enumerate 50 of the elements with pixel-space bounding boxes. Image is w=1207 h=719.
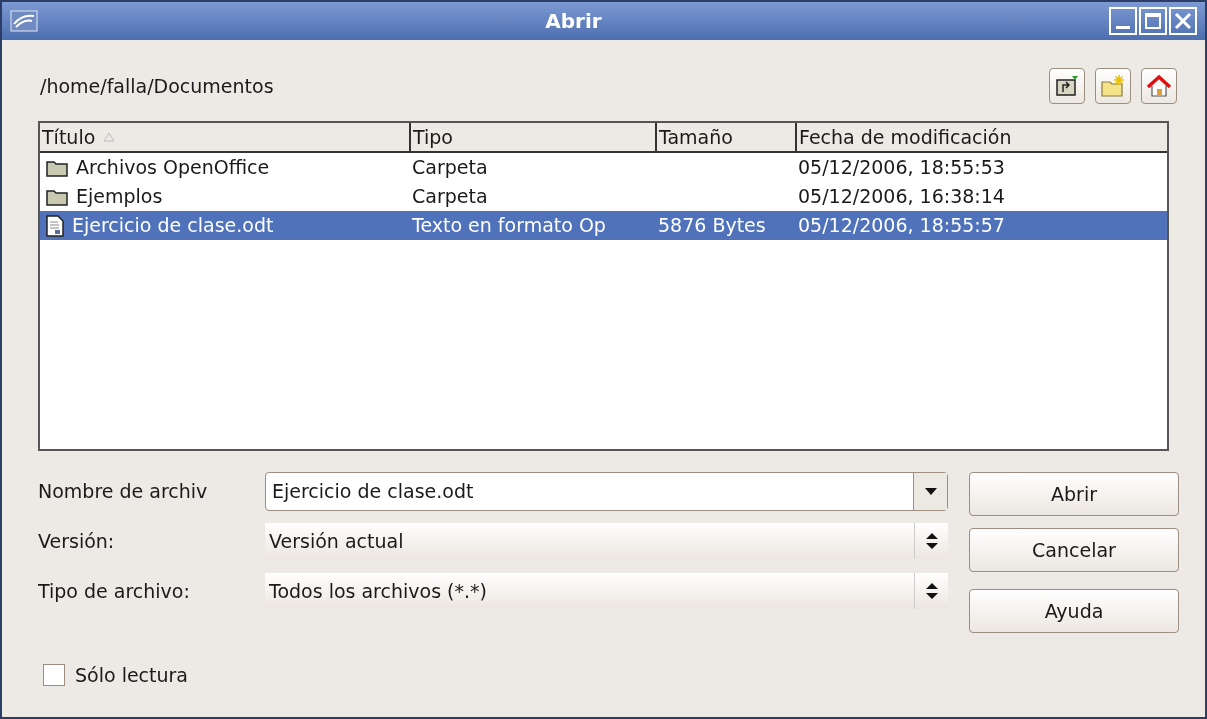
table-cell-text: 5876 Bytes <box>658 213 766 239</box>
current-path: /home/falla/Documentos <box>40 73 274 99</box>
minimize-icon <box>1116 26 1130 29</box>
dropdown-arrow-icon <box>924 487 937 495</box>
folder-icon <box>46 158 68 177</box>
select-field[interactable]: Todos los archivos (*.*) <box>265 573 948 609</box>
table-cell-text: 05/12/2006, 18:55:57 <box>798 213 1005 239</box>
close-icon <box>1174 12 1192 30</box>
new-folder-icon <box>1100 74 1126 98</box>
table-cell-text: Ejemplos <box>76 184 163 210</box>
checkbox-label: Sólo lectura <box>75 663 188 688</box>
select-field[interactable]: Versión actual <box>265 523 948 559</box>
new-folder-button[interactable] <box>1095 68 1131 104</box>
maximize-icon <box>1145 13 1161 29</box>
file-row[interactable]: Archivos OpenOffice Carpeta 05/12/2006, 18:55:53 <box>40 153 1167 182</box>
folder-up-button[interactable] <box>1049 68 1085 104</box>
up-down-arrows-icon <box>925 533 938 549</box>
table-cell-text: 05/12/2006, 16:38:14 <box>798 184 1005 210</box>
file-name-combo[interactable]: Ejercicio de clase.odt <box>265 471 948 511</box>
folder-up-icon <box>1055 75 1079 97</box>
app-icon <box>10 10 38 32</box>
file-row[interactable]: Ejemplos Carpeta 05/12/2006, 16:38:14 <box>40 182 1167 211</box>
table-cell-text: 05/12/2006, 18:55:53 <box>798 155 1005 181</box>
up-down-arrows-icon <box>925 583 938 599</box>
dialog-button[interactable]: Ayuda <box>969 589 1179 633</box>
close-button[interactable] <box>1169 7 1197 35</box>
document-icon <box>46 214 64 237</box>
table-cell-text: Carpeta <box>412 184 488 210</box>
dialog-button[interactable]: Cancelar <box>969 528 1179 572</box>
column-header[interactable]: Tipo <box>409 123 655 151</box>
field-label: Nombre de archiv <box>38 478 209 504</box>
file-row[interactable]: Ejercicio de clase.odt Texto en formato Op 5876 Bytes 05/12/2006, 18:55:57 <box>40 211 1167 240</box>
column-header[interactable]: Fecha de modificación <box>795 123 1167 151</box>
field-label: Tipo de archivo: <box>38 578 191 604</box>
folder-icon <box>46 187 68 206</box>
table-cell-text: Texto en formato Op <box>412 213 606 239</box>
home-icon <box>1146 74 1172 98</box>
column-header[interactable]: Título <box>40 123 409 151</box>
table-cell-text: Ejercicio de clase.odt <box>72 213 274 239</box>
maximize-button[interactable] <box>1139 7 1167 35</box>
field-label: Versión: <box>38 528 116 554</box>
dialog-button[interactable]: Abrir <box>969 472 1179 516</box>
sort-arrow-icon <box>103 132 116 142</box>
minimize-button[interactable] <box>1109 7 1137 35</box>
read-only-checkbox[interactable] <box>43 664 65 687</box>
window-title: Abrir <box>544 8 603 35</box>
home-button[interactable] <box>1141 68 1177 104</box>
table-cell-text: Carpeta <box>412 155 488 181</box>
table-cell-text: Archivos OpenOffice <box>76 155 270 181</box>
column-header[interactable]: Tamaño <box>655 123 795 151</box>
